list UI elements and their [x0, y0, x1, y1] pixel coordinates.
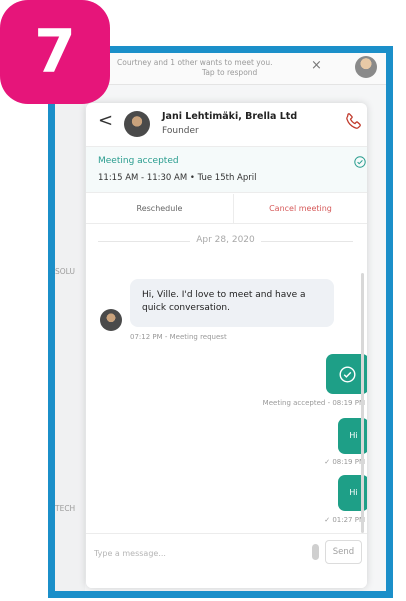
step-badge: 7 [0, 0, 110, 104]
message-meta: Meeting accepted - 08:19 PM [262, 399, 365, 407]
reschedule-button[interactable]: Reschedule [86, 194, 234, 224]
cancel-meeting-button[interactable]: Cancel meeting [234, 194, 367, 224]
contact-name: Jani Lehtimäki, Brella Ltd [162, 111, 298, 122]
send-button[interactable]: Send [325, 540, 362, 564]
meeting-info: Meeting accepted 11:15 AM - 11:30 AM • T… [86, 147, 367, 193]
meeting-status: Meeting accepted [98, 156, 179, 166]
avatar[interactable] [355, 56, 377, 78]
background-label-solu: SOLU [55, 267, 75, 276]
meeting-actions: Reschedule Cancel meeting [86, 194, 367, 224]
divider [261, 241, 353, 242]
message-meta: ✓ 08:19 PM [324, 458, 365, 466]
phone-icon[interactable] [342, 111, 364, 133]
attachment-icon[interactable] [312, 544, 319, 560]
background-label-tech: TECH [55, 504, 76, 513]
chat-header: < Jani Lehtimäki, Brella Ltd Founder [86, 103, 367, 147]
back-icon[interactable]: < [98, 110, 113, 131]
date-label: Apr 28, 2020 [196, 235, 255, 245]
message-input[interactable] [94, 542, 304, 564]
date-separator: Apr 28, 2020 [98, 234, 353, 248]
chat-window: < Jani Lehtimäki, Brella Ltd Founder Mee… [86, 103, 367, 588]
contact-avatar[interactable] [124, 111, 150, 137]
contact-title: Founder [162, 126, 199, 136]
meeting-time: 11:15 AM - 11:30 AM • Tue 15th April [98, 173, 257, 183]
notification-text: Courtney and 1 other wants to meet you. [117, 58, 273, 67]
screen-frame: Courtney and 1 other wants to meet you. … [48, 46, 393, 598]
check-circle-icon [354, 156, 366, 168]
scrollbar[interactable] [361, 273, 364, 533]
incoming-message: Hi, Ville. I'd love to meet and have a q… [130, 279, 334, 327]
message-meta: ✓ 01:27 PM [324, 516, 365, 524]
close-icon[interactable]: × [311, 58, 322, 73]
notification-hint: Tap to respond [202, 68, 258, 77]
message-meta: 07:12 PM - Meeting request [130, 333, 227, 341]
check-circle-icon [339, 366, 356, 383]
message-composer: Send [86, 533, 367, 588]
sender-avatar [100, 309, 122, 331]
